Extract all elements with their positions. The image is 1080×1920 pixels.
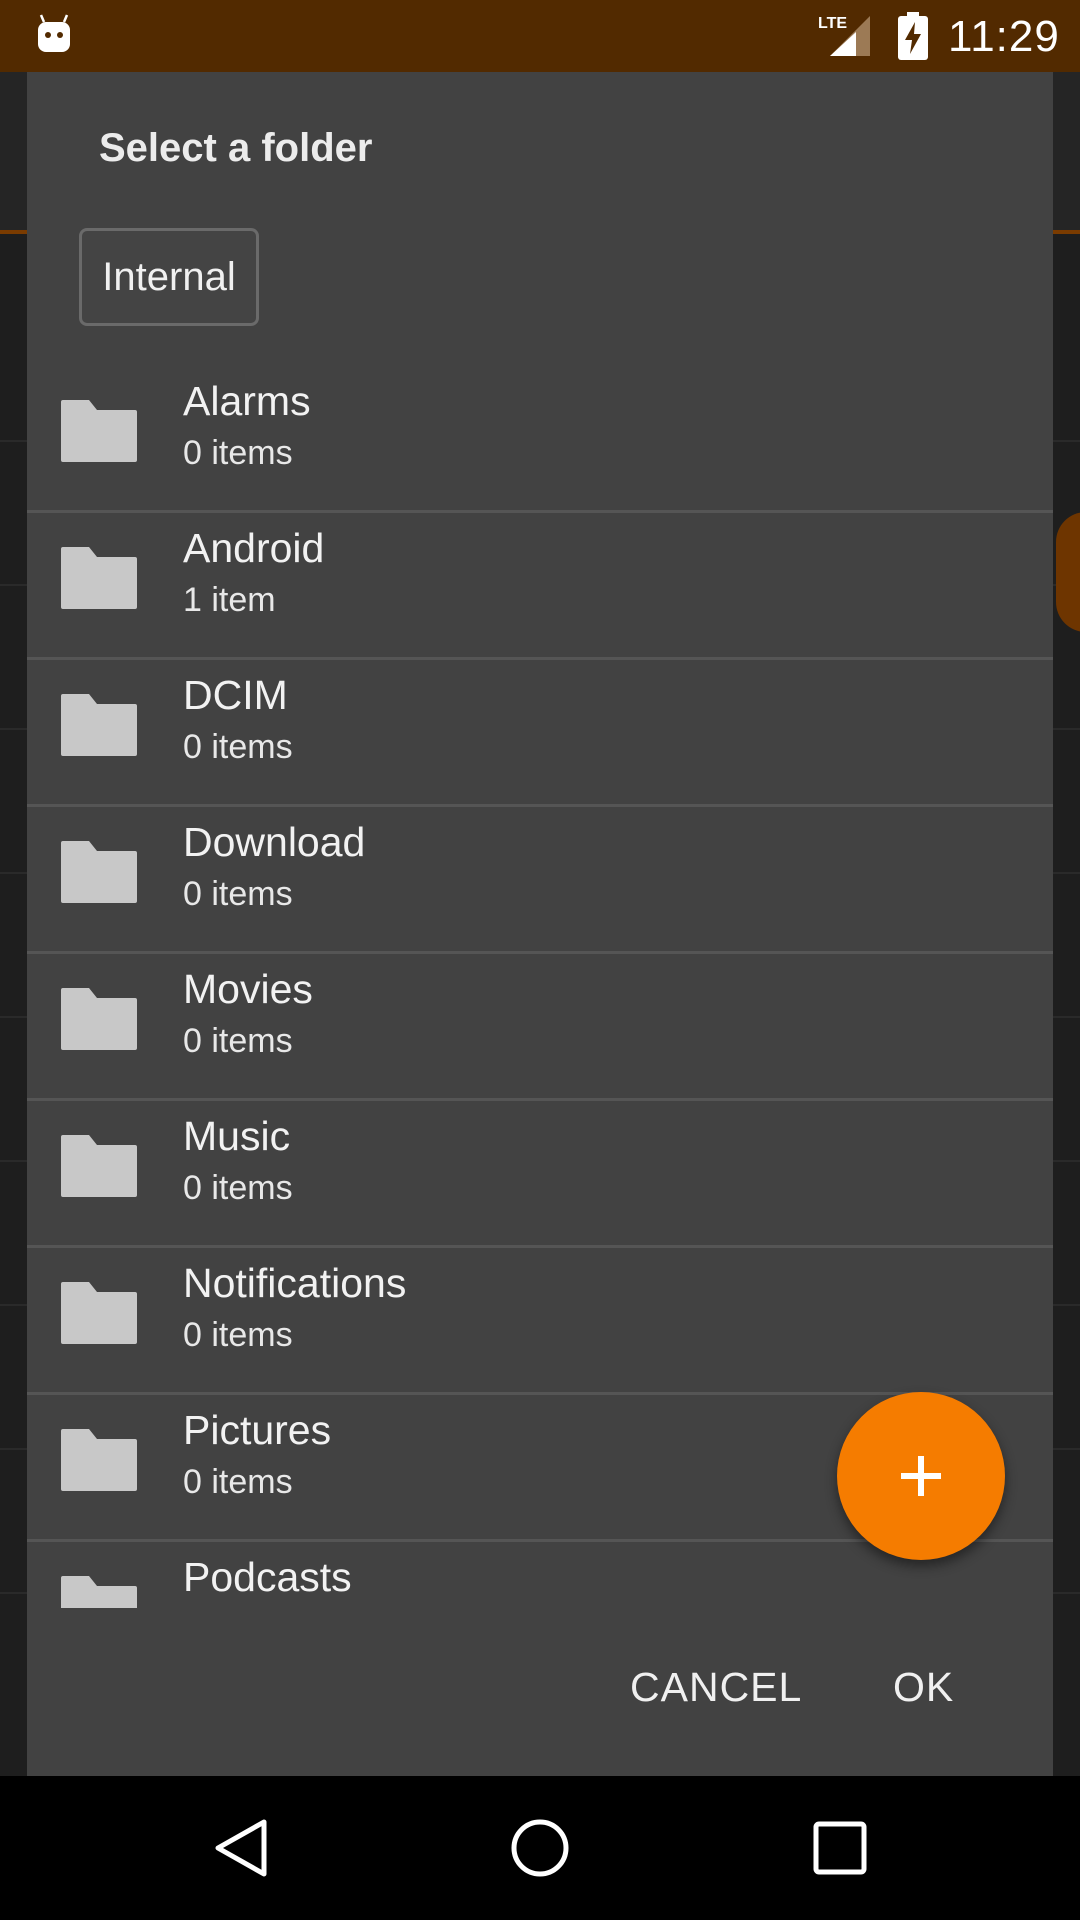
folder-icon [61, 400, 137, 462]
status-time: 11:29 [948, 12, 1060, 61]
folder-picker-dialog: Select a folder Internal Alarms 0 items An… [27, 72, 1053, 1776]
storage-selector-button[interactable]: Internal [79, 228, 259, 326]
folder-icon [61, 841, 137, 903]
plus-icon [901, 1456, 941, 1496]
folder-row[interactable]: DCIM 0 items [27, 660, 1053, 807]
ok-button[interactable]: OK [893, 1664, 954, 1711]
folder-item-count: 0 items [183, 1463, 293, 1501]
folder-row[interactable]: Notifications 0 items [27, 1248, 1053, 1395]
folder-item-count: 0 items [183, 728, 293, 766]
folder-row[interactable]: Music 0 items [27, 1101, 1053, 1248]
folder-item-count: 0 items [183, 1169, 293, 1207]
status-bar: LTE 11:29 [0, 0, 1080, 72]
add-folder-button[interactable] [837, 1392, 1005, 1560]
folder-item-count: 0 items [183, 875, 293, 913]
folder-name: Alarms [183, 378, 311, 424]
folder-icon [61, 547, 137, 609]
folder-icon [61, 1429, 137, 1491]
network-type: LTE [818, 15, 847, 32]
folder-name: Notifications [183, 1260, 407, 1306]
folder-name: Pictures [183, 1407, 332, 1453]
home-icon[interactable] [504, 1812, 576, 1884]
folder-name: Movies [183, 966, 313, 1012]
android-icon [38, 14, 70, 52]
dialog-title: Select a folder [99, 126, 373, 170]
folder-item-count: 0 items [183, 1022, 293, 1060]
folder-name: Android [183, 525, 325, 571]
folder-icon [61, 1576, 137, 1608]
folder-item-count: 1 item [183, 581, 276, 619]
folder-name: DCIM [183, 672, 288, 718]
folder-name: Download [183, 819, 366, 865]
navigation-bar [0, 1776, 1080, 1920]
back-icon[interactable] [204, 1812, 276, 1884]
battery-charging-icon [898, 12, 928, 60]
folder-icon [61, 694, 137, 756]
folder-item-count: 0 items [183, 434, 293, 472]
folder-row[interactable]: Movies 0 items [27, 954, 1053, 1101]
folder-icon [61, 1282, 137, 1344]
folder-name: Music [183, 1113, 291, 1159]
folder-row[interactable]: Alarms 0 items [27, 366, 1053, 513]
folder-icon [61, 1135, 137, 1197]
recents-icon[interactable] [804, 1812, 876, 1884]
folder-icon [61, 988, 137, 1050]
folder-item-count: 0 items [183, 1316, 293, 1354]
folder-row[interactable]: Download 0 items [27, 807, 1053, 954]
cancel-button[interactable]: CANCEL [630, 1664, 802, 1711]
background-fab [1056, 512, 1080, 632]
folder-name: Podcasts [183, 1554, 352, 1600]
folder-row[interactable]: Android 1 item [27, 513, 1053, 660]
signal-icon: LTE [818, 15, 870, 56]
